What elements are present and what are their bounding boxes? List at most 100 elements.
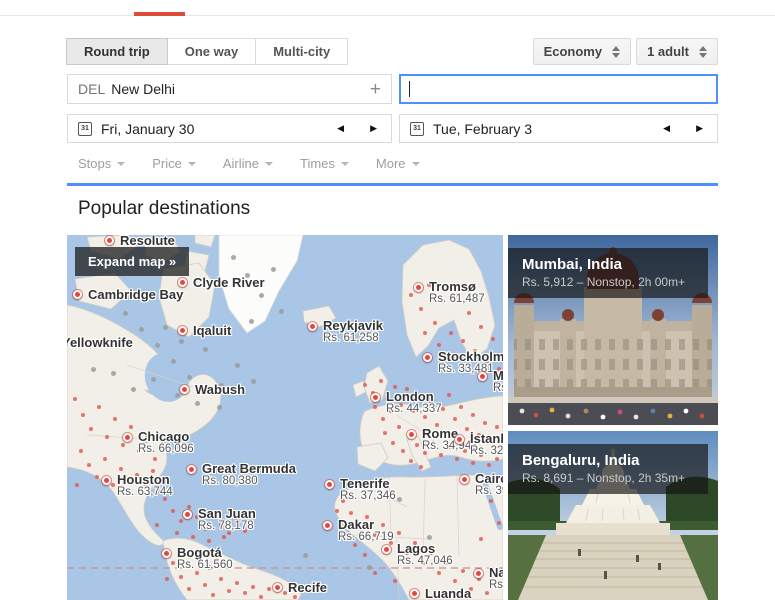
calendar-icon: 31	[410, 122, 424, 136]
map-marker-price: Rs.	[489, 578, 503, 592]
map-pin-icon	[371, 393, 380, 402]
origin-city: New Delhi	[111, 81, 175, 97]
cabin-class-select[interactable]: Economy	[533, 38, 632, 65]
destination-card-bengaluru[interactable]: Bengaluru, India Rs. 8,691 – Nonstop, 2h…	[508, 431, 718, 600]
stepper-icon	[612, 46, 620, 58]
calendar-icon: 31	[78, 122, 92, 136]
map-pin-icon	[382, 545, 391, 554]
map-marker-price: Rs. 39,	[475, 484, 503, 498]
filter-price[interactable]: Price	[152, 156, 196, 171]
filter-stops[interactable]: Stops	[78, 156, 125, 171]
return-date-input[interactable]: 31 Tue, February 3 ◀ ▶	[399, 114, 718, 143]
map-pin-icon	[410, 589, 419, 598]
trip-tab-multi-city[interactable]: Multi-city	[255, 38, 348, 65]
chevron-down-icon	[117, 162, 125, 166]
filter-airline[interactable]: Airline	[223, 156, 273, 171]
filter-times[interactable]: Times	[300, 156, 349, 171]
map-pin-icon	[102, 476, 111, 485]
chevron-down-icon	[412, 162, 420, 166]
map-pin-icon	[407, 430, 416, 439]
map-marker-label: Yellowknife	[67, 336, 133, 350]
next-day-arrow[interactable]: ▶	[370, 124, 377, 134]
destination-cards: Mumbai, India Rs. 5,912 – Nonstop, 2h 00…	[508, 235, 718, 600]
map-marker-price: Rs. 66,719	[338, 530, 394, 544]
trip-tab-round-trip[interactable]: Round trip	[66, 38, 168, 65]
filter-more[interactable]: More	[376, 156, 420, 171]
map-marker-label: Cambridge Bay	[88, 288, 183, 302]
map-marker-label: Clyde River	[193, 276, 265, 290]
map-pin-icon	[414, 283, 423, 292]
map-marker-price: Rs. 61,487	[429, 292, 485, 306]
map-marker-price: Rs.	[493, 381, 503, 395]
flight-search-form: Round trip One way Multi-city Economy 1 …	[67, 38, 718, 188]
map-marker-label: Recife	[288, 581, 327, 595]
map-pin-icon	[323, 521, 332, 530]
map-marker-price: Rs. 37,346	[340, 489, 396, 503]
map-marker-price: Rs. 78,178	[198, 519, 254, 533]
map-pin-icon	[460, 475, 469, 484]
map-pin-icon	[325, 480, 334, 489]
chevron-down-icon	[188, 162, 196, 166]
map-marker-price: Rs. 61,258	[323, 331, 379, 345]
card-caption: Bengaluru, India Rs. 8,691 – Nonstop, 2h…	[508, 444, 708, 494]
map-pin-icon	[455, 435, 464, 444]
next-day-arrow[interactable]: ▶	[696, 124, 703, 134]
map-marker-label: Luanda	[425, 587, 471, 600]
chevron-down-icon	[265, 162, 273, 166]
trip-tab-one-way[interactable]: One way	[167, 38, 256, 65]
passengers-value: 1 adult	[647, 44, 689, 59]
filter-bar: Stops Price Airline Times More	[78, 156, 420, 171]
text-caret	[409, 81, 410, 97]
map-marker-price: Rs. 61,560	[177, 558, 233, 572]
map-pin-icon	[423, 353, 432, 362]
map-pin-icon	[183, 510, 192, 519]
cabin-class-value: Economy	[544, 44, 603, 59]
map-marker-price: Rs. 66,096	[138, 442, 194, 456]
map-marker-price: Rs. 44,337	[386, 402, 442, 416]
departure-date-input[interactable]: 31 Fri, January 30 ◀ ▶	[67, 114, 392, 143]
map-pin-icon	[273, 583, 282, 592]
previous-day-arrow[interactable]: ◀	[337, 124, 344, 134]
map-marker-label: Wabush	[195, 383, 245, 397]
card-price-line: Rs. 8,691 – Nonstop, 2h 35m+	[522, 470, 708, 486]
card-caption: Mumbai, India Rs. 5,912 – Nonstop, 2h 00…	[508, 248, 708, 298]
map-marker-price: Rs. 47,046	[397, 554, 453, 568]
map-pin-icon	[162, 549, 171, 558]
map-pin-icon	[474, 569, 483, 578]
map-marker-label: Iqaluit	[193, 324, 231, 338]
page-title: Popular destinations	[78, 198, 250, 220]
map-pin-icon	[308, 322, 317, 331]
map-pin-icon	[478, 372, 487, 381]
map-pin-icon	[187, 465, 196, 474]
add-airport-button[interactable]: +	[370, 80, 381, 99]
origin-input[interactable]: DEL New Delhi +	[67, 74, 392, 104]
card-destination-name: Bengaluru, India	[522, 451, 708, 470]
return-date-value: Tue, February 3	[433, 121, 532, 137]
map-pin-icon	[105, 236, 114, 245]
destination-card-mumbai[interactable]: Mumbai, India Rs. 5,912 – Nonstop, 2h 00…	[508, 235, 718, 425]
top-divider	[0, 15, 775, 16]
active-tab-indicator	[134, 12, 185, 16]
origin-airport-code: DEL	[78, 81, 105, 97]
card-price-line: Rs. 5,912 – Nonstop, 2h 00m+	[522, 274, 708, 290]
section-divider	[67, 183, 718, 186]
destinations-map[interactable]: ResoluteClyde RiverCambridge BayIqaluitY…	[67, 235, 503, 600]
map-markers-layer: ResoluteClyde RiverCambridge BayIqaluitY…	[67, 235, 503, 600]
card-destination-name: Mumbai, India	[522, 255, 708, 274]
chevron-down-icon	[341, 162, 349, 166]
destination-input[interactable]	[399, 74, 718, 104]
trip-type-tabs: Round trip One way Multi-city	[67, 38, 348, 65]
expand-map-button[interactable]: Expand map »	[75, 247, 189, 276]
map-marker-price: Rs. 32,6	[470, 444, 503, 458]
map-pin-icon	[178, 326, 187, 335]
map-pin-icon	[178, 278, 187, 287]
stepper-icon	[699, 46, 707, 58]
map-marker-price: Rs. 63,744	[117, 485, 173, 499]
map-pin-icon	[123, 433, 132, 442]
previous-day-arrow[interactable]: ◀	[663, 124, 670, 134]
departure-date-value: Fri, January 30	[101, 121, 194, 137]
passengers-select[interactable]: 1 adult	[636, 38, 718, 65]
map-pin-icon	[180, 385, 189, 394]
map-marker-price: Rs. 80,380	[202, 474, 258, 488]
map-pin-icon	[73, 290, 82, 299]
